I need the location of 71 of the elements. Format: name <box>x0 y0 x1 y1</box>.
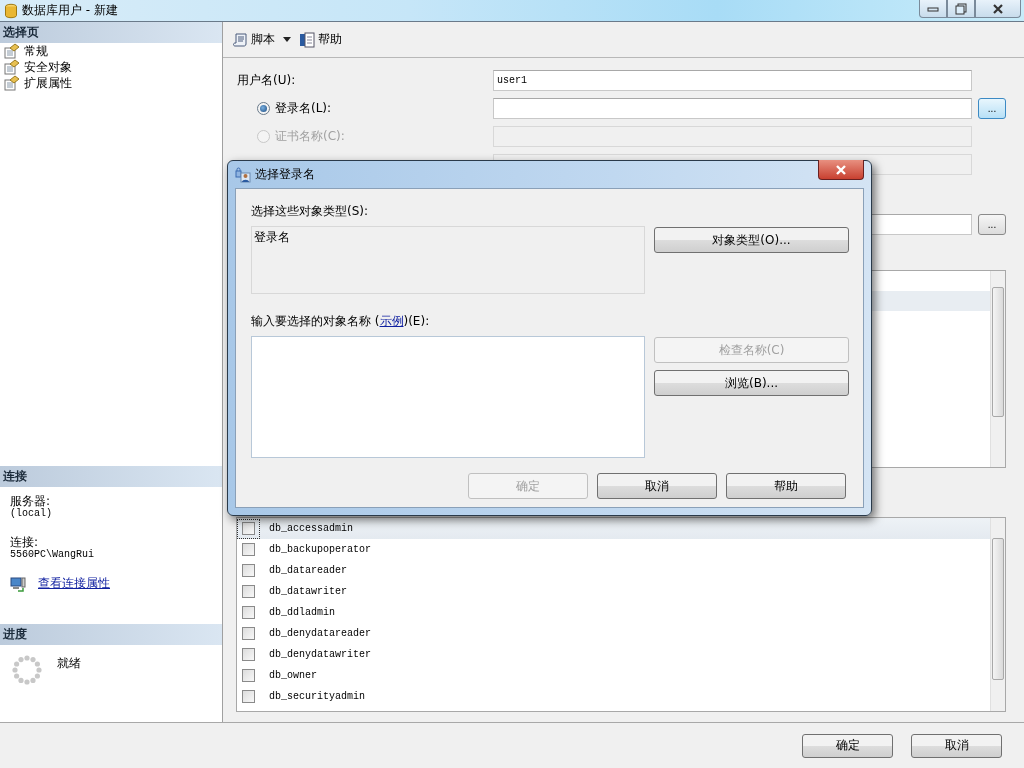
role-name: db_owner <box>269 670 317 681</box>
checkbox[interactable] <box>242 627 255 640</box>
role-name: db_datawriter <box>269 586 347 597</box>
field-label: 用户名(U): <box>237 72 297 89</box>
server-label: 服务器: <box>10 495 51 508</box>
role-name: db_backupoperator <box>269 544 372 555</box>
user-name-field[interactable]: user1 <box>493 70 972 91</box>
connection-properties-link[interactable]: 查看连接属性 <box>38 575 110 592</box>
restore-icon <box>955 2 967 15</box>
checkbox[interactable] <box>242 690 255 703</box>
input-field[interactable] <box>493 98 972 119</box>
spinner-icon <box>11 654 43 686</box>
checkbox[interactable] <box>242 585 255 598</box>
role-name: db_denydatawriter <box>269 649 372 660</box>
object-types-button[interactable]: 对象类型(O)... <box>654 227 849 253</box>
help-button[interactable]: 帮助 <box>297 29 344 50</box>
sidebar-item[interactable]: 扩展属性 <box>0 75 222 91</box>
role-name: db_securityadmin <box>269 691 365 702</box>
browse-button[interactable]: ... <box>978 98 1006 119</box>
minimize-icon <box>927 4 939 13</box>
browse-button[interactable]: ... <box>978 214 1006 235</box>
scrollbar[interactable] <box>990 271 1005 467</box>
section-header: 进度 <box>0 624 222 645</box>
checkbox[interactable] <box>242 606 255 619</box>
close-icon <box>835 164 847 175</box>
scroll-icon <box>232 31 248 48</box>
server-value: (local) <box>10 508 52 519</box>
checkbox[interactable] <box>242 522 255 535</box>
caret-icon <box>283 37 291 42</box>
role-name: db_datareader <box>269 565 347 576</box>
page-icon <box>4 75 20 91</box>
example-link[interactable]: 示例 <box>379 314 404 328</box>
role-name: db_denydatareader <box>269 628 372 639</box>
connection-label: 连接: <box>10 536 39 549</box>
role-name: db_ddladmin <box>269 607 335 618</box>
connection-value: 5560PC\WangRui <box>10 549 94 560</box>
window-title: 数据库用户 - 新建 <box>22 2 118 19</box>
status-text: 就绪 <box>57 655 81 672</box>
dialog-button[interactable]: 确定 <box>802 733 893 758</box>
dialog-button[interactable]: 帮助 <box>726 473 846 499</box>
section-header: 选择页 <box>0 22 222 43</box>
computer-icon <box>10 575 26 592</box>
radio-option[interactable]: 登录名(L): <box>237 100 493 117</box>
dialog-title: 选择登录名 <box>255 166 315 183</box>
checkbox[interactable] <box>242 564 255 577</box>
close-icon <box>992 2 1004 15</box>
field-label: 选择这些对象类型(S): <box>251 203 370 220</box>
object-type-text: 登录名 <box>254 230 290 244</box>
dialog-button[interactable]: 取消 <box>597 473 717 499</box>
sidebar-item[interactable]: 安全对象 <box>0 59 222 75</box>
section-header: 连接 <box>0 466 222 487</box>
script-button[interactable]: 脚本 <box>230 29 277 50</box>
sidebar-item[interactable]: 常规 <box>0 43 222 59</box>
checkbox[interactable] <box>242 648 255 661</box>
object-names-field[interactable] <box>251 336 645 458</box>
checkbox[interactable] <box>242 543 255 556</box>
page-icon <box>4 43 20 59</box>
close-button[interactable] <box>975 0 1021 18</box>
restore-button[interactable] <box>947 0 975 18</box>
role-name: db_accessadmin <box>269 523 353 534</box>
user-lock-icon <box>235 166 251 183</box>
checkbox[interactable] <box>242 669 255 682</box>
close-button[interactable] <box>818 160 864 180</box>
dialog-button[interactable]: 取消 <box>911 733 1002 758</box>
database-icon <box>3 2 19 19</box>
minimize-button[interactable] <box>919 0 947 18</box>
page-icon <box>4 59 20 75</box>
field-label: 输入要选择的对象名称 (示例)(E): <box>251 313 431 330</box>
dialog-button[interactable]: 浏览(B)... <box>654 370 849 396</box>
document-icon <box>299 31 315 48</box>
scrollbar[interactable] <box>990 518 1005 711</box>
